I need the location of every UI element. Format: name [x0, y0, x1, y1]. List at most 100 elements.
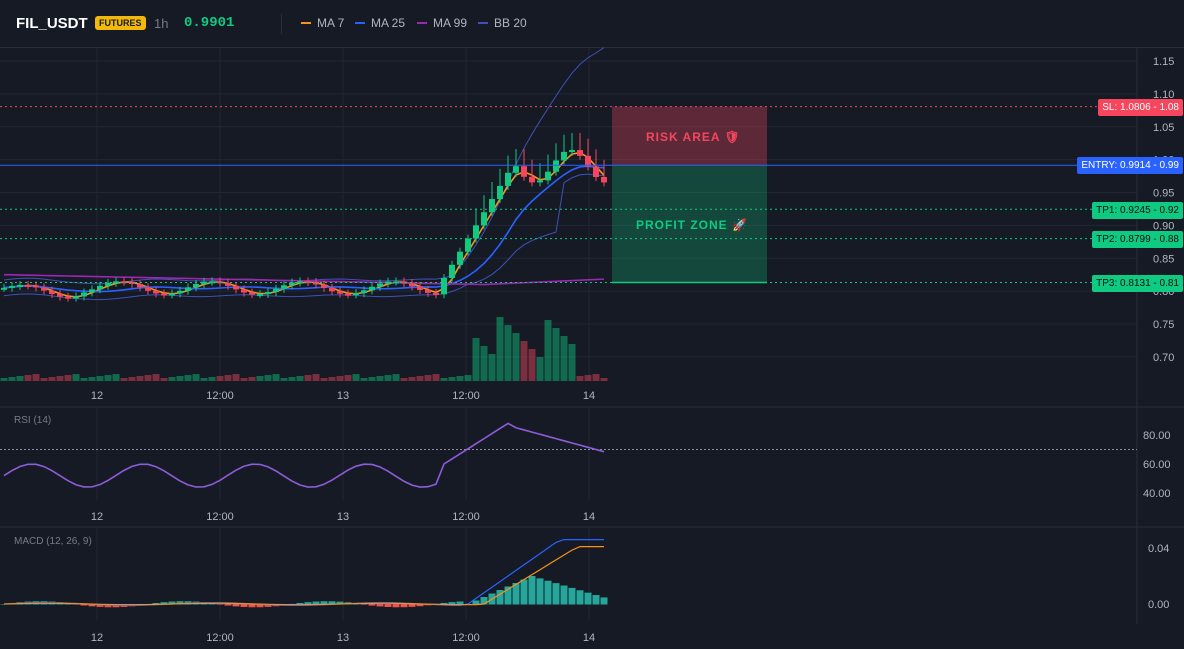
- volume-bar: [512, 333, 520, 381]
- candle-body: [273, 288, 279, 293]
- candle-body: [369, 286, 375, 291]
- volume-bar: [504, 325, 512, 381]
- grid-lines: [0, 48, 1137, 620]
- candle-body: [337, 291, 343, 294]
- candle-body: [329, 287, 335, 292]
- macd-histogram-bar: [408, 604, 416, 607]
- chart-canvas[interactable]: 1.151.101.051.000.950.900.850.800.750.70…: [0, 0, 1184, 649]
- macd-histogram-bar: [368, 604, 376, 606]
- ma7-line: [3, 151, 605, 298]
- sl-price-tag[interactable]: SL: 1.0806 - 1.08: [1098, 99, 1183, 116]
- time-tick-label: 12:00: [206, 390, 234, 402]
- macd-tick-label: 0.04: [1148, 543, 1169, 555]
- volume-bar: [96, 376, 104, 381]
- macd-histogram-bar: [360, 604, 368, 605]
- volume-bar: [128, 377, 136, 381]
- tp1-price-tag[interactable]: TP1: 0.9245 - 0.92: [1092, 202, 1183, 219]
- macd-tick-label: 0.00: [1148, 599, 1169, 611]
- macd-histogram-bar: [232, 604, 240, 607]
- time-tick-label: 14: [583, 632, 595, 644]
- tp3-price-tag[interactable]: TP3: 0.8131 - 0.81: [1092, 275, 1183, 292]
- macd-histogram-bar: [544, 580, 552, 605]
- candle-body: [361, 290, 367, 294]
- candle-body: [569, 150, 575, 153]
- volume-bar: [24, 375, 32, 381]
- volume-bar: [256, 376, 264, 381]
- macd-histogram-bar: [568, 587, 576, 605]
- candle-body: [225, 282, 231, 286]
- volume-bar: [288, 377, 296, 381]
- time-tick-label: 14: [583, 511, 595, 523]
- candle-body: [33, 285, 39, 288]
- volume-bar: [360, 378, 368, 381]
- volume-bar: [592, 374, 600, 381]
- volume-bar: [160, 378, 168, 381]
- price-tick-label: 0.70: [1153, 352, 1174, 364]
- volume-bar: [584, 375, 592, 381]
- macd-histogram-bar: [600, 597, 608, 605]
- candle-body: [353, 293, 359, 296]
- time-tick-label: 13: [337, 390, 349, 402]
- entry-price-tag[interactable]: ENTRY: 0.9914 - 0.99: [1077, 157, 1183, 174]
- candle-body: [601, 176, 607, 183]
- volume-bar: [408, 377, 416, 381]
- volume-bar: [400, 378, 408, 381]
- candle-body: [281, 285, 287, 289]
- price-tick-label: 0.95: [1153, 188, 1174, 200]
- candle-body: [25, 284, 31, 287]
- candle-body: [233, 285, 239, 290]
- macd-histogram-bar: [552, 583, 560, 605]
- volume-bar: [312, 374, 320, 381]
- volume-bar: [48, 377, 56, 381]
- candle-body: [441, 277, 447, 295]
- volume-bar: [176, 376, 184, 381]
- price-tick-label: 0.85: [1153, 253, 1174, 265]
- rsi-pane-label: RSI (14): [14, 415, 52, 426]
- volume-bar: [448, 377, 456, 381]
- volume-bar: [88, 377, 96, 381]
- candle-body: [513, 166, 519, 173]
- candle-body: [57, 293, 63, 297]
- tp2-price-tag[interactable]: TP2: 0.8799 - 0.88: [1092, 231, 1183, 248]
- candle-body: [41, 287, 47, 291]
- volume-bar: [192, 374, 200, 381]
- rsi-tick-label: 60.00: [1143, 459, 1171, 471]
- time-tick-label: 12:00: [452, 632, 480, 644]
- candle-body: [241, 289, 247, 293]
- macd-histogram-bar: [584, 592, 592, 605]
- volume-bar: [328, 377, 336, 381]
- volume-bar: [320, 378, 328, 381]
- candle-body: [425, 289, 431, 293]
- volume-bar: [144, 375, 152, 381]
- macd-histogram-bar: [536, 578, 544, 605]
- volume-bar: [376, 376, 384, 381]
- candle-body: [417, 286, 423, 290]
- candle-body: [489, 199, 495, 213]
- candle-body: [17, 284, 23, 287]
- volume-bar: [480, 346, 488, 381]
- candle-body: [257, 294, 263, 297]
- volume-bar: [56, 376, 64, 381]
- candle-body: [457, 251, 463, 265]
- volume-bar: [456, 376, 464, 381]
- rsi-line: [3, 422, 605, 488]
- volume-bar: [528, 349, 536, 381]
- candle-body: [577, 150, 583, 156]
- volume-bar: [424, 375, 432, 381]
- volume-bar: [392, 374, 400, 381]
- candle-body: [265, 292, 271, 295]
- candle-body: [321, 284, 327, 288]
- volume-bar: [464, 375, 472, 381]
- time-tick-label: 12: [91, 632, 103, 644]
- volume-bar: [224, 375, 232, 381]
- time-tick-label: 12:00: [452, 511, 480, 523]
- macd-histogram-bar: [592, 595, 600, 605]
- volume-bar: [0, 378, 8, 381]
- volume-bar: [384, 375, 392, 381]
- volume-bar: [64, 375, 72, 381]
- volume-bar: [104, 375, 112, 381]
- volume-bar: [72, 374, 80, 381]
- volume-bar: [264, 375, 272, 381]
- candle-body: [249, 292, 255, 295]
- volume-bar: [416, 376, 424, 381]
